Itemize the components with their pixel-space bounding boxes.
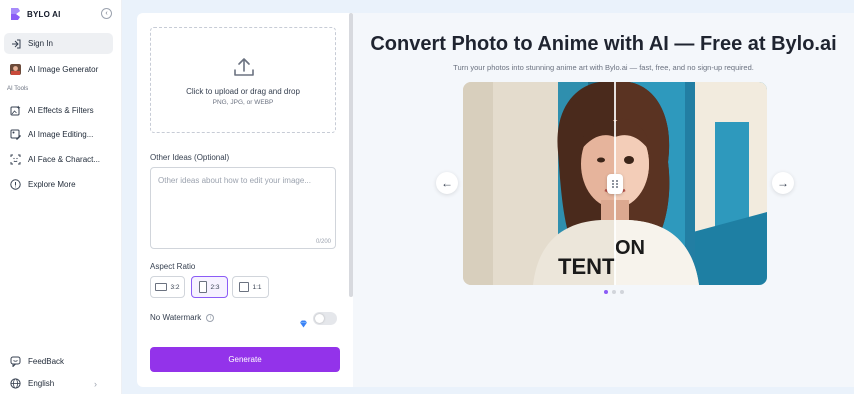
brand-name: BYLO AI bbox=[27, 9, 61, 19]
ratio-option-1-1[interactable]: 1:1 bbox=[232, 276, 269, 298]
hero-section: Convert Photo to Anime with AI — Free at… bbox=[353, 13, 854, 387]
aspect-ratio-label: Aspect Ratio bbox=[150, 262, 196, 271]
feedback-button[interactable]: FeedBack bbox=[4, 351, 113, 372]
chevron-left-icon: ‹ bbox=[105, 10, 108, 17]
no-watermark-row: No Watermark i bbox=[150, 313, 215, 322]
face-scan-icon bbox=[10, 154, 21, 165]
slide-dot[interactable] bbox=[612, 290, 616, 294]
next-slide-button[interactable]: → bbox=[772, 172, 794, 194]
collapse-sidebar-button[interactable]: ‹ bbox=[101, 8, 112, 19]
language-selector[interactable]: English › bbox=[4, 373, 113, 394]
chevron-right-icon: › bbox=[94, 378, 97, 389]
language-label: English bbox=[28, 379, 55, 388]
globe-icon bbox=[10, 378, 21, 389]
info-icon[interactable]: i bbox=[206, 313, 215, 322]
other-ideas-placeholder: Other ideas about how to edit your image… bbox=[158, 176, 311, 185]
ratio-label: 1:1 bbox=[252, 283, 262, 291]
upload-dropzone[interactable]: Click to upload or drag and drop PNG, JP… bbox=[150, 27, 336, 133]
prev-slide-button[interactable]: ← bbox=[436, 172, 458, 194]
ratio-option-3-2[interactable]: 3:2 bbox=[150, 276, 185, 298]
sidebar: BYLO AI ‹ Sign In AI Image Generator AI … bbox=[0, 0, 122, 394]
before-after-slider[interactable]: TENT ON bbox=[463, 82, 767, 285]
ratio-label: 2:3 bbox=[210, 283, 220, 291]
sidebar-item-face-character[interactable]: AI Face & Charact... bbox=[4, 149, 113, 170]
no-watermark-toggle[interactable] bbox=[313, 312, 337, 325]
sidebar-item-label: AI Image Editing... bbox=[28, 130, 94, 139]
upload-formats: PNG, JPG, or WEBP bbox=[212, 99, 274, 106]
feedback-icon bbox=[10, 356, 21, 367]
upload-icon bbox=[233, 56, 255, 83]
arrow-right-icon: → bbox=[777, 176, 789, 190]
sidebar-item-explore-more[interactable]: Explore More bbox=[4, 174, 113, 195]
page-subtitle: Turn your photos into stunning anime art… bbox=[453, 63, 754, 72]
login-icon bbox=[10, 38, 21, 49]
landscape-ratio-icon bbox=[155, 283, 168, 291]
portrait-ratio-icon bbox=[199, 281, 208, 293]
upload-title: Click to upload or drag and drop bbox=[186, 87, 300, 96]
sidebar-item-label: AI Image Generator bbox=[28, 65, 99, 74]
generate-button[interactable]: Generate bbox=[150, 347, 340, 372]
slide-dot[interactable] bbox=[604, 290, 608, 294]
edit-form-panel: Click to upload or drag and drop PNG, JP… bbox=[137, 13, 353, 387]
sidebar-item-label: AI Face & Charact... bbox=[28, 155, 101, 164]
brand[interactable]: BYLO AI bbox=[10, 7, 61, 21]
svg-text:ON: ON bbox=[615, 237, 645, 259]
bylo-logo-icon bbox=[10, 7, 21, 21]
sidebar-item-image-editing[interactable]: AI Image Editing... bbox=[4, 124, 113, 145]
sidebar-item-label: AI Effects & Filters bbox=[28, 106, 94, 115]
svg-text:TENT: TENT bbox=[558, 254, 616, 279]
sign-in-label: Sign In bbox=[28, 39, 53, 48]
square-ratio-icon bbox=[239, 282, 250, 292]
ai-tools-section-label: AI Tools bbox=[7, 86, 29, 92]
arrow-left-icon: ← bbox=[441, 176, 453, 190]
sidebar-item-label: Explore More bbox=[28, 180, 76, 189]
image-edit-icon bbox=[10, 129, 21, 140]
page-title: Convert Photo to Anime with AI — Free at… bbox=[370, 33, 837, 55]
no-watermark-label: No Watermark bbox=[150, 313, 202, 322]
premium-gem-icon bbox=[299, 315, 308, 333]
slide-dot[interactable] bbox=[620, 290, 624, 294]
compass-icon bbox=[10, 179, 21, 190]
slider-handle[interactable] bbox=[607, 174, 623, 194]
other-ideas-textarea[interactable]: Other ideas about how to edit your image… bbox=[150, 167, 336, 249]
char-count: 0/200 bbox=[315, 239, 331, 245]
sparkle-image-icon bbox=[10, 105, 21, 116]
sidebar-item-image-generator[interactable]: AI Image Generator bbox=[4, 59, 113, 80]
ratio-label: 3:2 bbox=[170, 283, 180, 291]
other-ideas-label: Other Ideas (Optional) bbox=[150, 153, 230, 162]
image-generator-thumbnail-icon bbox=[10, 64, 21, 75]
sign-in-button[interactable]: Sign In bbox=[4, 33, 113, 54]
drag-handle-icon bbox=[612, 180, 618, 188]
ratio-option-2-3[interactable]: 2:3 bbox=[191, 276, 228, 298]
sidebar-item-effects-filters[interactable]: AI Effects & Filters bbox=[4, 100, 113, 121]
feedback-label: FeedBack bbox=[28, 357, 65, 366]
toggle-knob bbox=[315, 314, 324, 323]
